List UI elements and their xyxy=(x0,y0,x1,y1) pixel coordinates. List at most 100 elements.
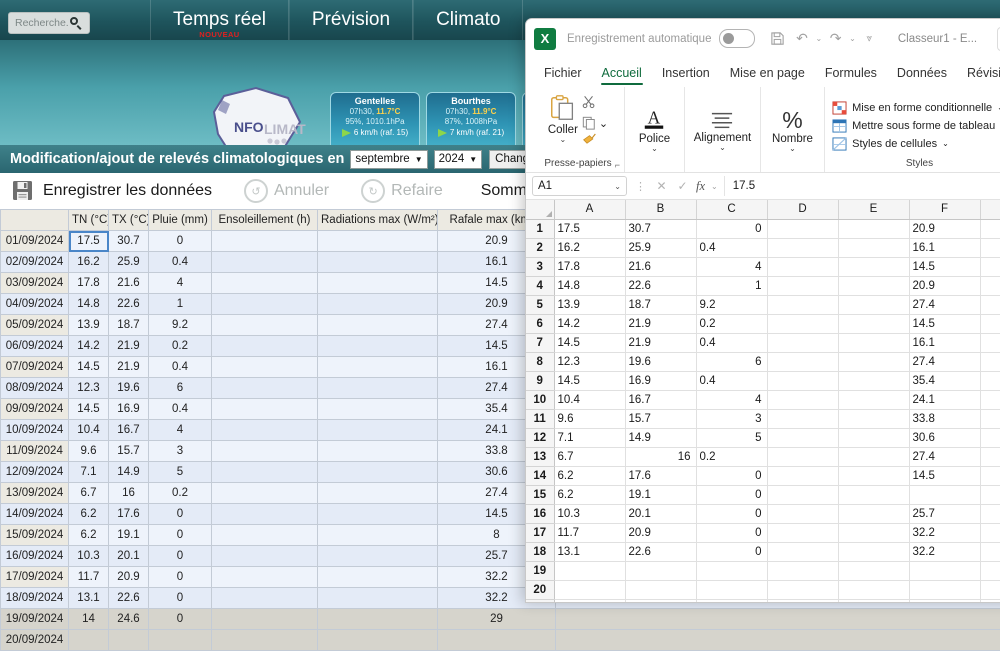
cell-pluie[interactable]: 5 xyxy=(149,462,212,483)
grid-cell[interactable]: 14.2 xyxy=(554,314,625,333)
cell-pluie[interactable]: 3 xyxy=(149,441,212,462)
grid-cell[interactable]: 35.4 xyxy=(909,371,980,390)
grid-cell[interactable] xyxy=(767,409,838,428)
tab-donnees[interactable]: Données xyxy=(887,59,957,87)
grid-cell[interactable]: 0 xyxy=(696,523,767,542)
grid-cell[interactable] xyxy=(554,561,625,580)
row-header[interactable]: 9 xyxy=(526,371,554,390)
search-input[interactable]: Recherche. xyxy=(8,12,90,34)
grid-cell[interactable]: 30.7 xyxy=(625,219,696,238)
grid-cell[interactable]: 19.1 xyxy=(625,485,696,504)
grid-cell[interactable] xyxy=(980,466,1000,485)
grid-cell[interactable] xyxy=(980,542,1000,561)
grid-cell[interactable]: 18.7 xyxy=(625,295,696,314)
cell-pluie[interactable]: 0 xyxy=(149,546,212,567)
grid-cell[interactable] xyxy=(838,580,909,599)
cell-radiations[interactable] xyxy=(318,504,438,525)
cell-tx[interactable]: 16.9 xyxy=(109,399,149,420)
excel-window[interactable]: X Enregistrement automatique ↶ ⌄ ↷ ⌄ ⩔ C… xyxy=(525,18,1000,603)
cell-pluie[interactable]: 0.4 xyxy=(149,252,212,273)
grid-cell[interactable]: 1 xyxy=(696,276,767,295)
grid-cell[interactable]: 30.6 xyxy=(909,428,980,447)
grid-cell[interactable]: 14.5 xyxy=(554,333,625,352)
grid-cell[interactable] xyxy=(980,447,1000,466)
cell-pluie[interactable]: 0 xyxy=(149,609,212,630)
grid-cell[interactable]: 0 xyxy=(696,219,767,238)
row-header[interactable]: 15 xyxy=(526,485,554,504)
grid-cell[interactable]: 14.5 xyxy=(909,257,980,276)
grid-cell[interactable]: 27.4 xyxy=(909,295,980,314)
cell-tn[interactable]: 16.2 xyxy=(69,252,109,273)
cell-tx[interactable]: 21.9 xyxy=(109,357,149,378)
grid-cell[interactable]: 4 xyxy=(696,390,767,409)
cell-ensoleillement[interactable] xyxy=(212,630,318,651)
grid-cell[interactable] xyxy=(980,580,1000,599)
grid-cell[interactable]: 20.9 xyxy=(909,276,980,295)
grid-cell[interactable] xyxy=(767,371,838,390)
cell-tn[interactable]: 13.9 xyxy=(69,315,109,336)
undo-chevron-down-icon[interactable]: ⌄ xyxy=(815,34,822,43)
chevron-down-icon[interactable]: ⌄ xyxy=(651,145,658,153)
grid-cell[interactable]: 13.1 xyxy=(554,542,625,561)
grid-cell[interactable] xyxy=(838,390,909,409)
grid-cell[interactable]: 0.2 xyxy=(696,314,767,333)
cell-styles-button[interactable]: Styles de cellules ⌄ xyxy=(832,137,1000,151)
grid-cell[interactable] xyxy=(838,466,909,485)
grid-cell[interactable]: 9.2 xyxy=(696,295,767,314)
grid-cell[interactable] xyxy=(838,428,909,447)
grid-cell[interactable] xyxy=(838,276,909,295)
grid-cell[interactable] xyxy=(838,523,909,542)
grid-cell[interactable] xyxy=(909,599,980,603)
cell-tn[interactable]: 14.8 xyxy=(69,294,109,315)
grid-cell[interactable] xyxy=(767,542,838,561)
grid-cell[interactable] xyxy=(980,276,1000,295)
grid-cell[interactable]: 13.9 xyxy=(554,295,625,314)
grid-cell[interactable] xyxy=(767,238,838,257)
grid-cell[interactable] xyxy=(696,561,767,580)
save-data-button[interactable]: Enregistrer les données xyxy=(0,180,212,202)
row-header[interactable]: 20 xyxy=(526,580,554,599)
grid-cell[interactable]: 16.7 xyxy=(625,390,696,409)
cell-tx[interactable]: 20.9 xyxy=(109,567,149,588)
grid-cell[interactable]: 19.6 xyxy=(625,352,696,371)
grid-cell[interactable]: 10.4 xyxy=(554,390,625,409)
column-header-d[interactable]: D xyxy=(767,200,838,219)
cell-ensoleillement[interactable] xyxy=(212,378,318,399)
cell-pluie[interactable]: 1 xyxy=(149,294,212,315)
grid-cell[interactable] xyxy=(767,523,838,542)
row-header[interactable]: 10 xyxy=(526,390,554,409)
cell-tx[interactable]: 15.7 xyxy=(109,441,149,462)
grid-cell[interactable] xyxy=(767,561,838,580)
cell-tx[interactable]: 24.6 xyxy=(109,609,149,630)
cell-ensoleillement[interactable] xyxy=(212,483,318,504)
grid-cell[interactable]: 0 xyxy=(696,485,767,504)
cell-ensoleillement[interactable] xyxy=(212,525,318,546)
redo-button[interactable]: ↻ Refaire xyxy=(361,179,443,203)
grid-cell[interactable]: 17.5 xyxy=(554,219,625,238)
grid-cell[interactable] xyxy=(980,257,1000,276)
grid-cell[interactable]: 14.9 xyxy=(625,428,696,447)
table-row[interactable]: 19/09/20241424.6029 xyxy=(1,609,1000,630)
row-header[interactable]: 5 xyxy=(526,295,554,314)
grid-cell[interactable]: 25.9 xyxy=(625,238,696,257)
cell-radiations[interactable] xyxy=(318,462,438,483)
grid-cell[interactable] xyxy=(980,561,1000,580)
autosave-toggle[interactable] xyxy=(719,29,755,48)
cell-pluie[interactable]: 0 xyxy=(149,231,212,252)
tab-revision[interactable]: Révision xyxy=(957,59,1000,87)
grid-cell[interactable] xyxy=(980,428,1000,447)
cell-tx[interactable]: 19.1 xyxy=(109,525,149,546)
grid-cell[interactable]: 12.3 xyxy=(554,352,625,371)
grid-cell[interactable] xyxy=(980,219,1000,238)
cell-tx[interactable]: 19.6 xyxy=(109,378,149,399)
grid-cell[interactable] xyxy=(767,428,838,447)
format-as-table-button[interactable]: Mettre sous forme de tableau ⌄ xyxy=(832,119,1000,133)
cell-pluie[interactable]: 0 xyxy=(149,567,212,588)
cell-radiations[interactable] xyxy=(318,609,438,630)
table-row[interactable]: 20/09/2024 xyxy=(1,630,1000,651)
month-select[interactable]: septembre ▼ xyxy=(350,150,427,169)
cell-radiations[interactable] xyxy=(318,315,438,336)
grid-cell[interactable]: 21.9 xyxy=(625,314,696,333)
cell-ensoleillement[interactable] xyxy=(212,252,318,273)
cell-pluie[interactable]: 4 xyxy=(149,273,212,294)
